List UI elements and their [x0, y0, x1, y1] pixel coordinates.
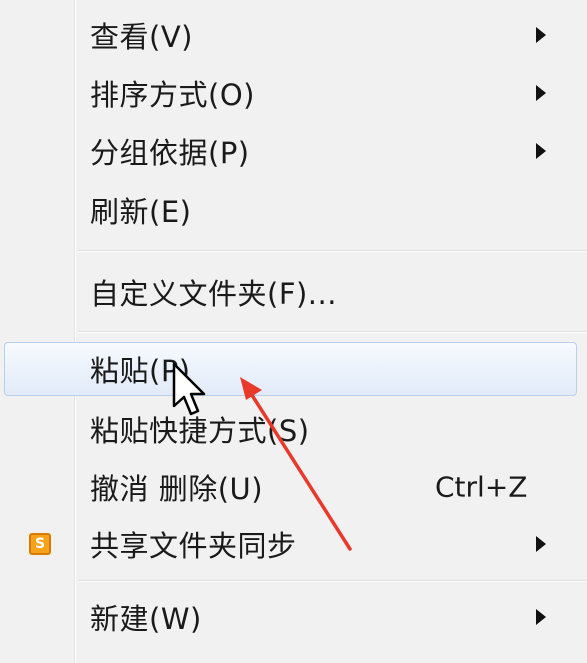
submenu-arrow-icon: [536, 143, 546, 159]
menu-separator: [78, 580, 587, 582]
context-menu: 查看(V) 排序方式(O) 分组依据(P) 刷新(E) 自定义文件夹(F)...…: [0, 0, 587, 663]
submenu-arrow-icon: [536, 85, 546, 101]
menu-separator: [78, 331, 587, 333]
mouse-cursor-icon: [172, 362, 206, 416]
menu-item-label: 分组依据(P): [90, 136, 250, 170]
menu-item-refresh[interactable]: 刷新(E): [4, 183, 577, 237]
menu-item-group-by[interactable]: 分组依据(P): [4, 124, 577, 178]
menu-separator: [78, 250, 587, 252]
menu-item-shortcut: Ctrl+Z: [435, 470, 528, 504]
menu-item-label: 排序方式(O): [90, 78, 255, 112]
menu-item-customize-folder[interactable]: 自定义文件夹(F)...: [4, 265, 577, 319]
menu-item-undo-delete[interactable]: 撤消 删除(U) Ctrl+Z: [4, 460, 577, 514]
menu-item-paste-shortcut[interactable]: 粘贴快捷方式(S): [4, 402, 577, 456]
menu-item-new[interactable]: 新建(W): [4, 590, 577, 644]
menu-item-view[interactable]: 查看(V): [4, 8, 577, 62]
menu-item-paste[interactable]: 粘贴(P): [4, 342, 577, 396]
menu-item-label: 共享文件夹同步: [90, 529, 297, 563]
menu-item-sort-by[interactable]: 排序方式(O): [4, 66, 577, 120]
app-icon: S: [29, 533, 51, 555]
submenu-arrow-icon: [536, 27, 546, 43]
submenu-arrow-icon: [536, 536, 546, 552]
menu-item-label: 查看(V): [90, 20, 193, 54]
submenu-arrow-icon: [536, 609, 546, 625]
menu-item-label: 新建(W): [90, 602, 202, 636]
menu-item-label: 撤消 删除(U): [90, 472, 264, 506]
menu-item-label: 自定义文件夹(F)...: [90, 277, 337, 311]
menu-item-shared-folder-sync[interactable]: S 共享文件夹同步: [4, 517, 577, 571]
menu-item-label: 刷新(E): [90, 195, 192, 229]
